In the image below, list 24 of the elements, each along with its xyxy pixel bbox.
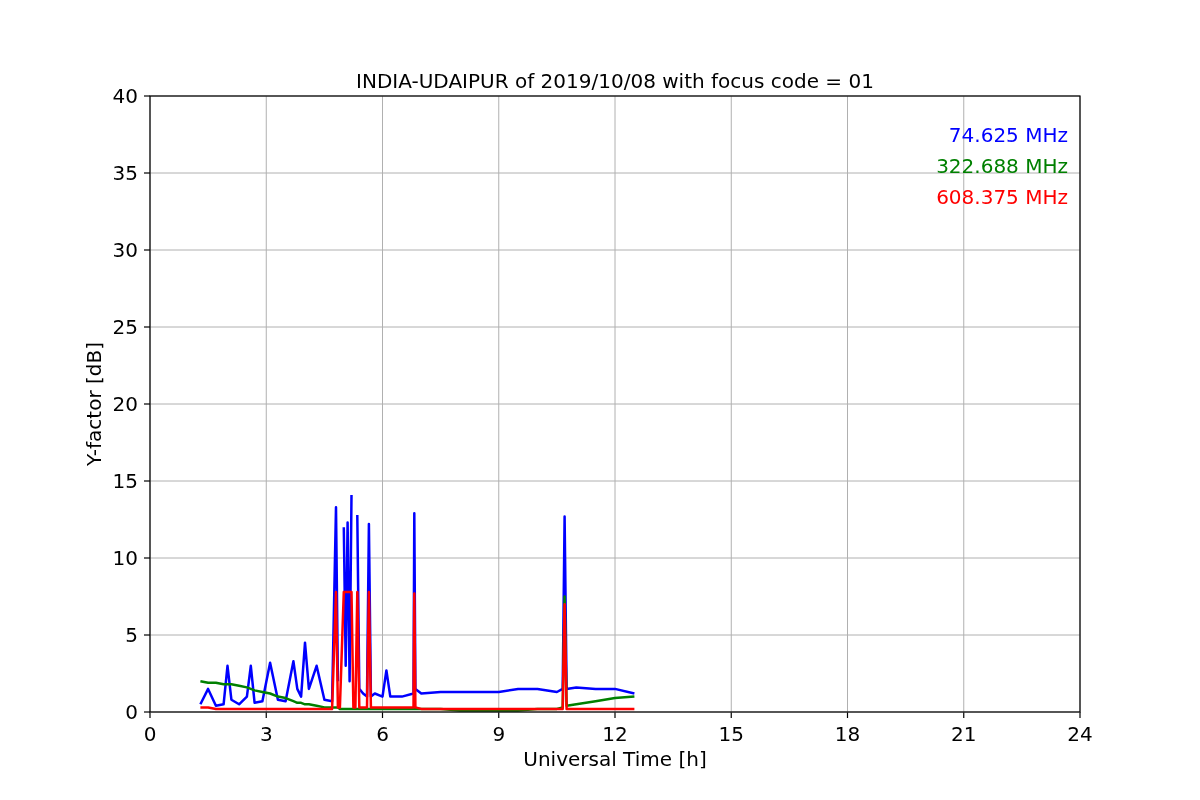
tick-label: 6 (376, 722, 389, 746)
tick-label: 10 (112, 546, 138, 570)
tick-label: 18 (834, 722, 861, 746)
tick-label: 5 (125, 623, 138, 647)
tick-label: 12 (602, 722, 628, 746)
tick-label: 30 (112, 238, 138, 262)
tick-label: 35 (112, 161, 138, 185)
tick-label: 0 (125, 700, 138, 724)
legend-label: 608.375 MHz (936, 185, 1068, 209)
tick-label: 0 (143, 722, 157, 746)
legend-label: 322.688 MHz (936, 154, 1068, 178)
tick-label: 3 (259, 722, 273, 746)
axis-title: Y-factor [dB] (82, 342, 106, 466)
tick-label: 21 (951, 722, 977, 746)
tick-label: 9 (492, 722, 506, 746)
tick-label: 25 (112, 315, 138, 339)
tick-label: 40 (112, 84, 138, 108)
legend-label: 74.625 MHz (948, 123, 1068, 147)
tick-label: 20 (112, 392, 138, 416)
chart-title: INDIA-UDAIPUR of 2019/10/08 with focus code = 01 (356, 69, 874, 93)
tick-label: 24 (1067, 722, 1093, 746)
tick-label: 15 (718, 722, 744, 746)
tick-label: 15 (112, 469, 138, 493)
axis-title: Universal Time [h] (523, 747, 707, 771)
